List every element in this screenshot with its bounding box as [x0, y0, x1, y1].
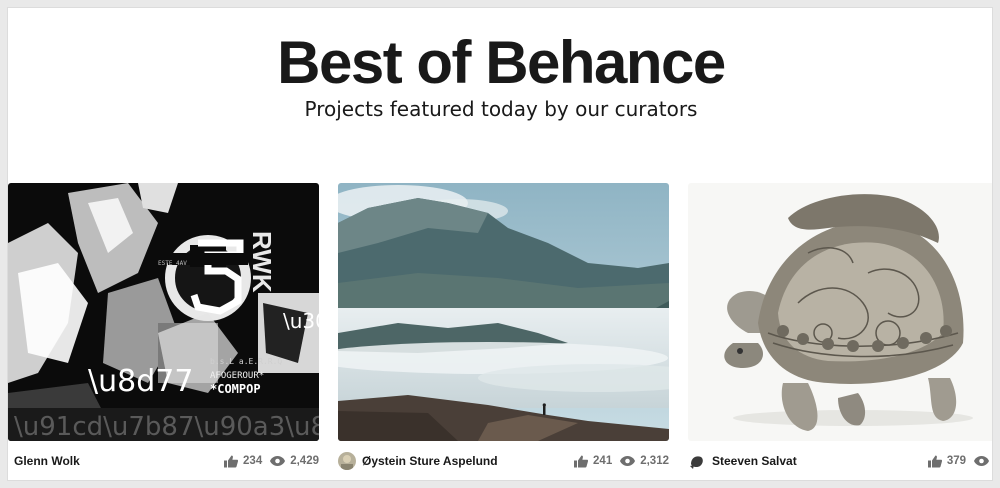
collage-image: RWK \u3042 AFOGEROUR* *COMPOP b.s.L a.E.… [8, 183, 319, 441]
views-stat: 2,429 [270, 455, 319, 467]
eye-icon [974, 456, 989, 466]
owner-name-link[interactable]: Glenn Wolk [8, 454, 216, 468]
project-thumbnail[interactable] [688, 183, 992, 441]
views-count: 2,312 [640, 455, 669, 467]
project-card[interactable]: Øystein Sture Aspelund 241 2,312 [338, 183, 669, 477]
project-meta: Øystein Sture Aspelund 241 2,312 [338, 449, 669, 473]
thumbs-up-icon [574, 455, 589, 467]
owner-name: Glenn Wolk [14, 454, 80, 468]
thumbs-up-icon [224, 455, 239, 467]
gallery-panel: Best of Behance Projects featured today … [7, 7, 993, 481]
project-stats: 241 2,312 [566, 455, 669, 468]
views-count: 2,429 [290, 455, 319, 467]
svg-text:AFOGEROUR*: AFOGEROUR* [210, 371, 264, 381]
svg-text:\u91cd\u7b87\u90a3\u8d77\u4e0b: \u91cd\u7b87\u90a3\u8d77\u4e0b [14, 412, 319, 441]
eye-icon [270, 456, 286, 466]
owner-name: Øystein Sture Aspelund [362, 454, 498, 468]
svg-text:*COMPOP: *COMPOP [210, 382, 261, 396]
views-stat [974, 456, 992, 466]
appreciations-count: 234 [243, 455, 263, 467]
project-card[interactable]: Steeven Salvat 379 [688, 183, 992, 477]
thumbs-up-icon [927, 455, 942, 467]
project-stats: 234 2,429 [216, 455, 319, 468]
appreciations-stat: 379 [927, 455, 966, 468]
project-thumbnail[interactable]: RWK \u3042 AFOGEROUR* *COMPOP b.s.L a.E.… [8, 183, 319, 441]
project-card[interactable]: RWK \u3042 AFOGEROUR* *COMPOP b.s.L a.E.… [8, 183, 319, 477]
appreciations-count: 379 [946, 455, 966, 467]
svg-text:\u8d77: \u8d77 [88, 364, 193, 399]
project-meta: Steeven Salvat 379 [688, 449, 992, 473]
landscape-image [338, 183, 669, 441]
avatar [338, 452, 356, 470]
project-thumbnail[interactable] [338, 183, 669, 441]
svg-text:RWK: RWK [247, 231, 277, 293]
owner-name-link[interactable]: Steeven Salvat [688, 452, 920, 470]
views-stat: 2,312 [620, 455, 669, 467]
svg-text:\u3042: \u3042 [283, 309, 319, 333]
appreciations-stat: 234 [224, 455, 262, 468]
eye-icon [620, 456, 636, 466]
page-subtitle: Projects featured today by our curators [304, 97, 698, 121]
page-title: Best of Behance [277, 29, 726, 96]
owner-name-link[interactable]: Øystein Sture Aspelund [338, 452, 566, 470]
svg-text:b.s.L a.E.R.R.Q: b.s.L a.E.R.R.Q [210, 357, 282, 366]
owner-name: Steeven Salvat [712, 454, 797, 468]
svg-text:ESTE 4AV: ESTE 4AV [158, 260, 187, 267]
tortoise-engraving-image [688, 183, 992, 441]
project-meta: Glenn Wolk 234 2,429 [8, 449, 319, 473]
appreciations-stat: 241 [574, 455, 612, 468]
project-stats: 379 [920, 455, 992, 468]
appreciations-count: 241 [593, 455, 613, 467]
avatar [688, 452, 706, 470]
